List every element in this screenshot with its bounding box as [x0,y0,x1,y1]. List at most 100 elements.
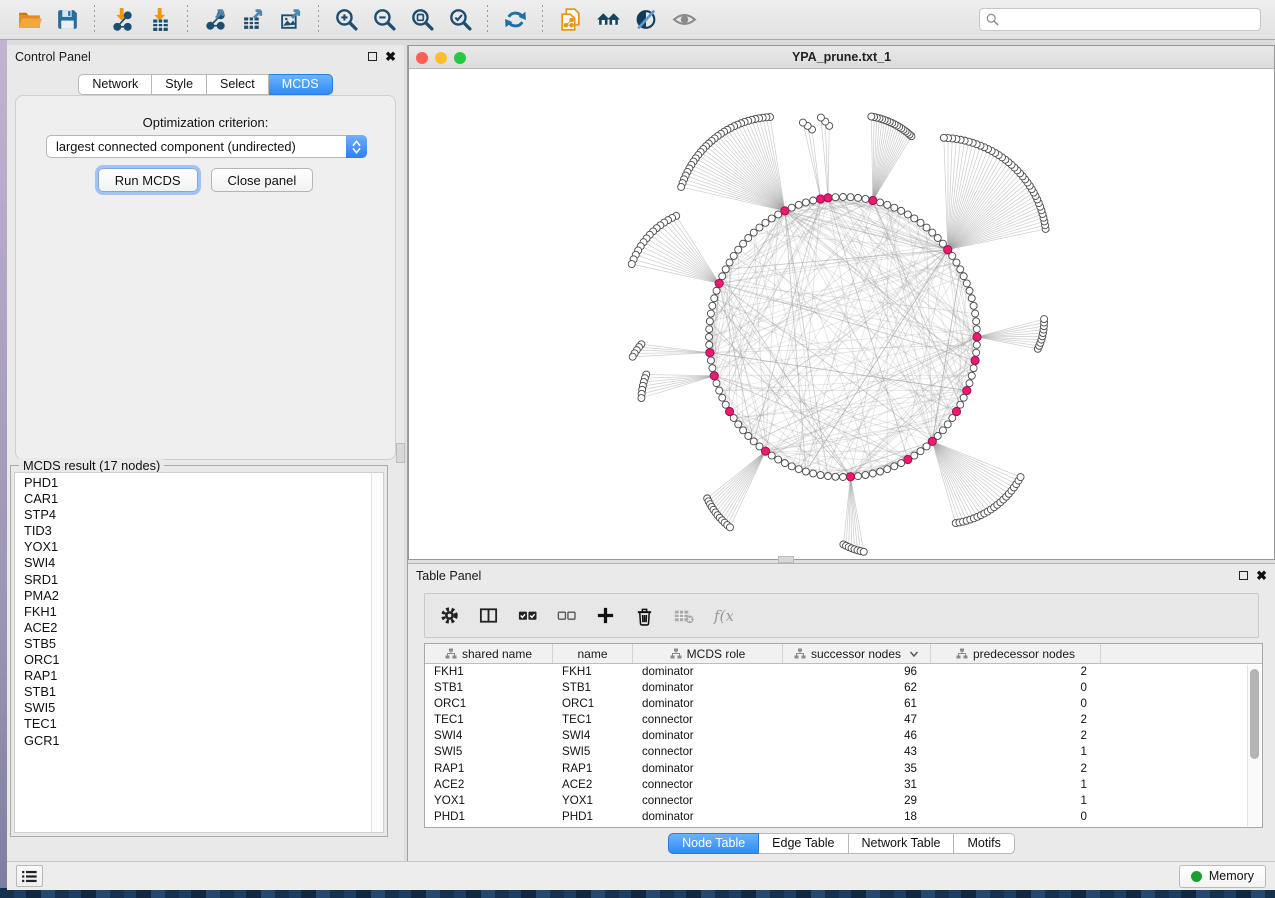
graph-node[interactable] [707,310,714,317]
gear-icon[interactable] [438,605,460,627]
table-row[interactable]: FKH1FKH1dominator962 [425,664,1262,680]
mcds-hub-node[interactable] [816,195,824,203]
graph-leaf-node[interactable] [678,183,685,190]
vertical-splitter-handle[interactable] [396,443,405,463]
mcds-result-item[interactable]: YOX1 [15,539,371,555]
graph-node[interactable] [768,215,775,222]
graph-node[interactable] [716,387,723,394]
network-graph[interactable] [409,69,1274,559]
table-row[interactable]: SWI5SWI5connector431 [425,744,1262,760]
export-table-icon[interactable] [238,5,268,35]
mcds-hub-node[interactable] [963,386,971,394]
tab-node-table[interactable]: Node Table [668,833,759,854]
graph-node[interactable] [832,473,839,480]
graph-leaf-node[interactable] [628,261,635,268]
graph-node[interactable] [855,194,862,201]
graph-node[interactable] [884,466,891,473]
graph-node[interactable] [706,318,713,325]
graph-node[interactable] [709,365,716,372]
table-row[interactable]: SWI4SWI4dominator462 [425,728,1262,744]
horizontal-splitter-handle[interactable] [778,556,794,563]
mcds-hub-node[interactable] [971,356,979,364]
graph-node[interactable] [891,204,898,211]
graph-node[interactable] [960,394,967,401]
mcds-result-item[interactable]: ACE2 [15,620,371,636]
float-panel-icon[interactable] [368,52,377,61]
graph-node[interactable] [939,427,946,434]
graph-leaf-node[interactable] [940,134,947,141]
mcds-result-item[interactable]: TID3 [15,523,371,539]
graph-node[interactable] [711,295,718,302]
graph-node[interactable] [745,235,752,242]
graph-node[interactable] [735,246,742,253]
criterion-select[interactable]: largest connected component (undirected) [46,135,367,158]
network-canvas[interactable] [409,69,1274,559]
graph-node[interactable] [722,401,729,408]
graph-node[interactable] [762,219,769,226]
graph-node[interactable] [706,334,713,341]
memory-button[interactable]: Memory [1179,865,1266,888]
graph-node[interactable] [840,194,847,201]
graph-node[interactable] [891,463,898,470]
graph-node[interactable] [944,421,951,428]
graph-node[interactable] [960,273,967,280]
search-box[interactable] [979,8,1261,31]
mcds-result-item[interactable]: STB5 [15,636,371,652]
graph-leaf-node[interactable] [799,119,806,126]
graph-node[interactable] [847,194,854,201]
graph-node[interactable] [970,365,977,372]
graph-node[interactable] [869,470,876,477]
graph-node[interactable] [802,199,809,206]
graph-node[interactable] [750,438,757,445]
graph-node[interactable] [855,473,862,480]
graph-node[interactable] [968,372,975,379]
refresh-icon[interactable] [500,5,530,35]
split-view-icon[interactable] [477,605,499,627]
graph-node[interactable] [884,201,891,208]
column-header-shared-name[interactable]: shared name [425,644,553,663]
minimize-window-icon[interactable] [435,52,447,64]
export-image-icon[interactable] [276,5,306,35]
graph-node[interactable] [973,341,980,348]
table-row[interactable]: STB1STB1dominator620 [425,680,1262,696]
graph-leaf-node[interactable] [868,113,875,120]
graph-node[interactable] [781,460,788,467]
graph-leaf-node[interactable] [726,524,733,531]
graph-node[interactable] [963,280,970,287]
graph-node[interactable] [795,201,802,208]
save-icon[interactable] [52,5,82,35]
graph-node[interactable] [775,456,782,463]
graph-node[interactable] [719,394,726,401]
add-column-icon[interactable] [594,605,616,627]
graph-node[interactable] [877,199,884,206]
mcds-result-item[interactable]: GCR1 [15,733,371,749]
table-row[interactable]: ACE2ACE2connector311 [425,777,1262,793]
graph-node[interactable] [795,466,802,473]
graph-node[interactable] [730,252,737,259]
graph-node[interactable] [840,474,847,481]
tab-network[interactable]: Network [78,74,152,95]
mcds-hub-node[interactable] [846,473,854,481]
graph-node[interactable] [923,443,930,450]
mcds-hub-node[interactable] [710,372,718,380]
graph-node[interactable] [923,224,930,231]
clone-network-icon[interactable] [555,5,585,35]
graph-node[interactable] [709,302,716,309]
graph-node[interactable] [929,229,936,236]
graph-node[interactable] [898,207,905,214]
graph-leaf-node[interactable] [817,114,824,121]
mcds-result-item[interactable]: STP4 [15,507,371,523]
graph-leaf-node[interactable] [1041,316,1048,323]
graph-node[interactable] [707,357,714,364]
graph-node[interactable] [802,468,809,475]
table-row[interactable]: YOX1YOX1connector291 [425,793,1262,809]
task-history-button[interactable] [16,865,43,887]
mcds-result-item[interactable]: PMA2 [15,588,371,604]
mcds-hub-node[interactable] [781,207,789,215]
graph-node[interactable] [824,473,831,480]
search-input[interactable] [1003,13,1254,27]
tab-select[interactable]: Select [207,74,269,95]
graph-node[interactable] [750,229,757,236]
graph-node[interactable] [904,211,911,218]
zoom-in-icon[interactable] [331,5,361,35]
